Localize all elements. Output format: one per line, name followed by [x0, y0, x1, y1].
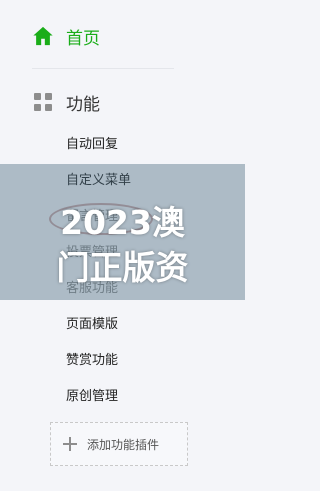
nav-function-label: 功能 — [66, 94, 100, 115]
home-icon — [33, 26, 53, 46]
watermark-line-1: 2023澳 — [60, 203, 185, 242]
nav-home[interactable]: 首页 — [32, 22, 100, 50]
menu-item-page-template[interactable]: 页面模版 — [66, 314, 118, 336]
watermark-text: 2023澳 门正版资 — [0, 200, 245, 290]
nav-function-section[interactable]: 功能 — [34, 88, 100, 116]
nav-home-label: 首页 — [66, 28, 100, 49]
add-plugin-label: 添加功能插件 — [87, 437, 160, 452]
menu-item-original[interactable]: 原创管理 — [66, 386, 118, 408]
plus-icon — [63, 437, 77, 451]
watermark-line-2: 门正版资 — [56, 248, 189, 287]
divider — [32, 68, 174, 69]
grid-icon — [34, 93, 52, 111]
menu-item-auto-reply[interactable]: 自动回复 — [66, 134, 118, 156]
menu-item-reward[interactable]: 赞赏功能 — [66, 350, 118, 372]
add-plugin-button[interactable]: 添加功能插件 — [50, 422, 188, 466]
